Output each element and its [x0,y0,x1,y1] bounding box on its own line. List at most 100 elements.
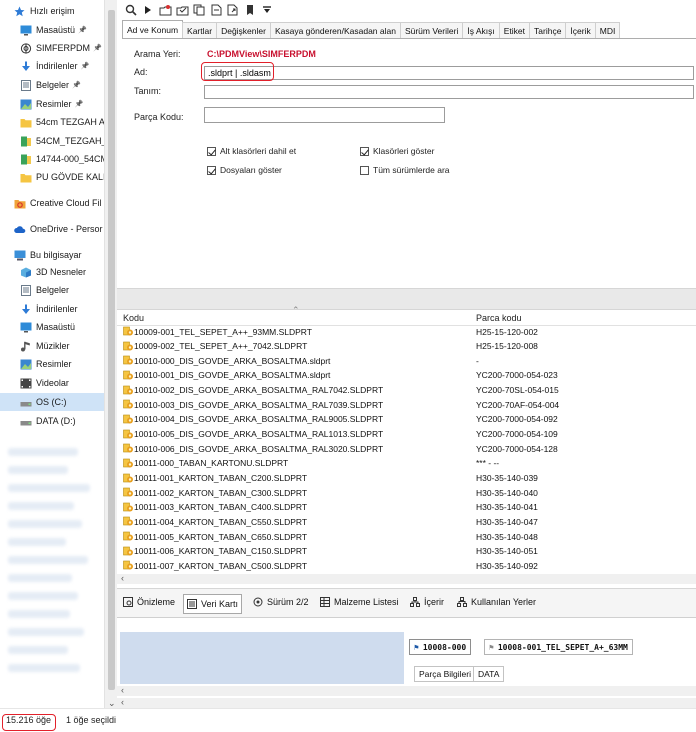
tanim-input[interactable] [204,85,694,99]
column-parca-kodu[interactable]: Parca kodu [476,313,522,323]
checkbox-alt-klasorleri[interactable]: Alt klasörleri dahil et [207,146,296,156]
table-row[interactable]: 10010-003_DIS_GOVDE_ARKA_BOSALTMA_RAL703… [117,398,696,411]
card-tab-10008-001[interactable]: ⚑ 10008-001_TEL_SEPET_A+_63MM [484,639,633,655]
parca-kodu-input[interactable] [204,107,445,123]
pin-icon[interactable]: 📌 [81,62,90,70]
tab-9[interactable]: MDI [594,22,621,38]
folder-save-red-icon[interactable] [158,4,172,16]
column-kodu[interactable]: Kodu [123,313,144,323]
tab-icerir[interactable]: İçerir [410,597,444,607]
nav-item[interactable]: SIMFERPDM 📌 [0,39,104,57]
checkbox-box[interactable] [207,146,216,156]
nav-item[interactable]: Belgeler [0,281,104,299]
card-tab-10008-000[interactable]: ⚑ 10008-000 [409,639,472,655]
tab-6[interactable]: Etiket [498,22,531,38]
checkbox-tum-surumlerde[interactable]: Tüm sürümlerde ara [360,165,450,175]
checkbox-dosyalari-goster[interactable]: Dosyaları göster [207,165,282,175]
tab-veri-karti[interactable]: Veri Kartı [183,594,243,614]
pin-icon[interactable]: 📌 [78,26,87,34]
folder-icon [20,117,32,128]
table-row[interactable]: 10010-005_DIS_GOVDE_ARKA_BOSALTMA_RAL101… [117,428,696,441]
scroll-left-icon[interactable]: ‹ [121,697,124,707]
pin-icon[interactable]: 📌 [72,81,81,89]
table-row[interactable]: 10011-004_KARTON_TABAN_C550.SLDPRT H30-35… [117,515,696,528]
nav-item[interactable]: Bu bilgisayar [0,246,104,264]
scroll-left-icon[interactable]: ‹ [121,685,124,695]
checkbox-klasorleri-goster[interactable]: Klasörleri göster [360,146,434,156]
checkbox-box[interactable] [360,146,369,156]
pin-icon[interactable]: 📌 [93,44,102,52]
scroll-left-icon[interactable]: ‹ [121,573,124,583]
table-row[interactable]: 10010-004_DIS_GOVDE_ARKA_BOSALTMA_RAL900… [117,413,696,426]
tab-2[interactable]: Değişkenler [216,22,271,38]
nav-item[interactable]: Resimler [0,355,104,373]
table-row[interactable]: 10011-006_KARTON_TABAN_C150.SLDPRT H30-35… [117,545,696,558]
tab-0[interactable]: Ad ve Konum [122,20,184,38]
table-row[interactable]: 10010-002_DIS_GOVDE_ARKA_BOSALTMA_RAL704… [117,384,696,397]
document-icon[interactable] [209,4,223,16]
nav-item[interactable]: Creative Cloud Fil [0,194,104,212]
nav-scrollbar-thumb[interactable] [108,10,115,690]
arama-yeri-field[interactable]: C:\PDMView\SIMFERPDM [204,47,694,61]
list-horizontal-scrollbar[interactable]: ‹ [117,573,696,584]
table-row[interactable]: 10010-006_DIS_GOVDE_ARKA_BOSALTMA_RAL302… [117,442,696,455]
sort-up-icon: ⌃ [292,305,300,315]
nav-item[interactable]: DATA (D:) [0,412,104,430]
sub-tab-parca-bilgileri[interactable]: Parça Bilgileri [414,666,476,682]
nav-item[interactable]: 3D Nesneler [0,263,104,281]
nav-scrollbar[interactable] [104,0,118,708]
nav-item[interactable]: Belgeler 📌 [0,76,104,94]
copy-icon[interactable] [192,4,206,16]
nav-item[interactable]: OneDrive - Persor [0,220,104,238]
table-row[interactable]: 10010-001_DIS_GOVDE_ARKA_BOSALTMA.sldprt… [117,369,696,382]
search-icon[interactable] [124,4,138,16]
nav-item[interactable]: İndirilenler [0,300,104,318]
dropdown-icon[interactable] [260,4,274,16]
ad-input[interactable]: .sldprt | .sldasm [204,66,694,80]
nav-item[interactable]: Masaüstü [0,318,104,336]
tab-4[interactable]: Sürüm Verileri [399,22,464,38]
nav-item[interactable]: Resimler 📌 [0,95,104,113]
nav-item[interactable]: 54CM_TEZGAH_ [0,132,104,150]
nav-item[interactable]: Müzikler [0,337,104,355]
tab-1[interactable]: Kartlar [182,22,218,38]
folder-open-icon[interactable] [175,4,189,16]
nav-item[interactable]: Masaüstü 📌 [0,21,104,39]
tab-5[interactable]: İş Akışı [462,22,500,38]
nav-item[interactable]: PU GÖVDE KALIF [0,168,104,186]
play-icon[interactable] [141,4,155,16]
main-horizontal-scrollbar[interactable]: ‹ [117,697,696,708]
checkbox-box[interactable] [360,165,369,175]
tab-3[interactable]: Kasaya gönderen/Kasadan alan [269,22,401,38]
cell-kodu: 10009-002_TEL_SEPET_A++_7042.SLDPRT [134,341,308,352]
checkbox-box[interactable] [207,165,216,175]
table-row[interactable]: 10011-003_KARTON_TABAN_C400.SLDPRT H30-35… [117,501,696,514]
nav-item[interactable]: 54cm TEZGAH A [0,113,104,131]
cell-kodu: 10011-001_KARTON_TABAN_C200.SLDPRT [134,473,308,483]
tab-malzeme-listesi[interactable]: Malzeme Listesi [320,597,399,607]
table-row[interactable]: 10009-001_TEL_SEPET_A++_93MM.SLDPRT H25-1… [117,325,696,338]
export-document-icon[interactable] [226,4,240,16]
table-row[interactable]: 10011-005_KARTON_TABAN_C650.SLDPRT H30-35… [117,530,696,543]
pin-icon[interactable]: 📌 [75,100,84,108]
tab-8[interactable]: İçerik [565,22,596,38]
table-row[interactable]: 10011-001_KARTON_TABAN_C200.SLDPRT H30-35… [117,472,696,485]
tab-kullanilan-yerler[interactable]: Kullanılan Yerler [457,597,536,607]
table-row[interactable]: 10011-007_KARTON_TABAN_C500.SLDPRT H30-35… [117,559,696,572]
nav-item[interactable]: 14744-000_54CM [0,150,104,168]
table-row[interactable]: 10011-000_TABAN_KARTONU.SLDPRT *** - -- [117,457,696,470]
nav-item[interactable]: Hızlı erişim [0,2,104,20]
table-row[interactable]: 10009-002_TEL_SEPET_A++_7042.SLDPRT H25-1… [117,340,696,353]
table-row[interactable]: 10011-002_KARTON_TABAN_C300.SLDPRT H30-35… [117,486,696,499]
nav-item[interactable]: OS (C:) [0,393,104,411]
tab-surum[interactable]: Sürüm 2/2 [253,597,309,607]
tab-onizleme[interactable]: Önizleme [123,597,175,607]
table-row[interactable]: 10010-000_DIS_GOVDE_ARKA_BOSALTMA.sldprt… [117,354,696,367]
tab-7[interactable]: Tarihçe [529,22,567,38]
card-horizontal-scrollbar[interactable]: ‹ [117,685,696,696]
nav-item[interactable]: Videolar [0,374,104,392]
bookmark-icon[interactable] [243,4,257,16]
splitter-bar[interactable] [117,288,696,310]
sub-tab-data[interactable]: DATA [473,666,505,682]
nav-item[interactable]: İndirilenler 📌 [0,57,104,75]
